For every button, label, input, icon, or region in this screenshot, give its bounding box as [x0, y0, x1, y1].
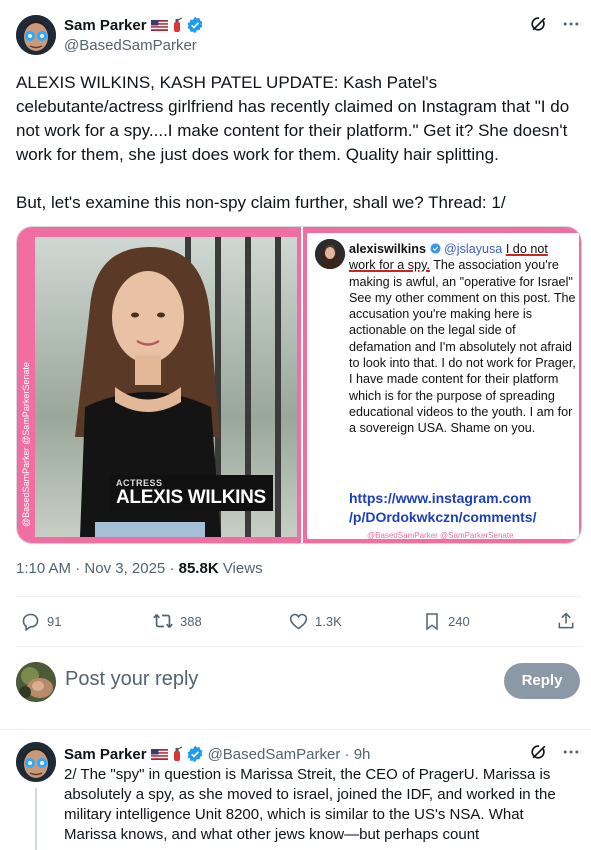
instagram-comment-card: alexiswilkins @jslayusa I do not work fo…	[307, 233, 579, 540]
grok-icon[interactable]	[529, 742, 549, 762]
ig-mention: @jslayusa	[444, 242, 503, 256]
share-icon	[558, 612, 574, 629]
like-icon	[289, 613, 308, 629]
fire-extinguisher-icon	[173, 746, 182, 761]
ig-comment-body: The association you're making is awful, …	[349, 258, 576, 436]
reply-count: 91	[47, 613, 62, 629]
bookmark-icon	[426, 612, 438, 630]
grok-icon[interactable]	[529, 14, 549, 34]
tweet-meta: 1:10 AM · Nov 3, 2025 · 85.8K Views	[16, 560, 263, 577]
repost-icon	[153, 614, 173, 628]
ig-link: https://www.instagram.com /p/DOrdokwkczn…	[349, 490, 537, 525]
ig-username: alexiswilkins	[349, 242, 427, 256]
actress-label: ACTRESS ALEXIS WILKINS	[109, 475, 273, 511]
tweet-actions: 91 388 1.3K 240	[16, 606, 582, 636]
tweet-date[interactable]: Nov 3, 2025	[84, 560, 165, 577]
ig-avatar	[315, 239, 345, 269]
reply-action[interactable]: 91	[20, 606, 61, 636]
ig-avatar-image	[315, 239, 345, 269]
avatar-image	[16, 15, 56, 55]
reply-text: 2/ The "spy" in question is Marissa Stre…	[64, 766, 556, 843]
actions-divider	[16, 646, 582, 647]
reply-top-actions	[529, 742, 581, 762]
media-left-credit: @BasedSamParker @SamParkerSenate	[21, 362, 31, 527]
share-action[interactable]	[556, 606, 582, 636]
reply-avatar-image	[16, 742, 56, 782]
verified-badge-icon	[187, 745, 202, 763]
media-photo-panel: @BasedSamParker @SamParkerSenate ACTRESS…	[17, 227, 301, 543]
reply-author-handle[interactable]: @BasedSamParker	[208, 746, 341, 763]
current-user-avatar[interactable]	[16, 662, 56, 702]
views-label: Views	[222, 560, 263, 577]
more-icon[interactable]	[561, 742, 581, 762]
meta-separator: ·	[75, 560, 85, 577]
meta-separator: ·	[169, 560, 179, 577]
more-icon[interactable]	[561, 14, 581, 34]
bookmark-count: 240	[448, 613, 470, 629]
tweet-text: ALEXIS WILKINS, KASH PATEL UPDATE: Kash …	[16, 73, 570, 212]
meta-divider	[16, 596, 582, 597]
repost-action[interactable]: 388	[152, 606, 202, 636]
thread-line	[35, 788, 37, 850]
media-instagram-panel: alexiswilkins @jslayusa I do not work fo…	[303, 227, 581, 543]
reply-separator: ·	[340, 745, 354, 763]
reply-author-name[interactable]: Sam Parker	[64, 746, 147, 763]
us-flag-icon	[150, 19, 168, 31]
reply-input[interactable]: Post your reply	[65, 668, 198, 691]
thread-reply[interactable]: Sam Parker @BasedSamParker · 9h 2/ The "…	[0, 730, 591, 850]
author-name[interactable]: Sam Parker	[64, 17, 147, 34]
verified-badge-icon	[187, 16, 202, 34]
ig-verified-icon	[429, 243, 441, 254]
reply-header: Sam Parker @BasedSamParker · 9h	[64, 744, 370, 764]
repost-count: 388	[180, 613, 202, 629]
author-handle[interactable]: @BasedSamParker	[64, 37, 197, 54]
fire-extinguisher-icon	[173, 17, 182, 32]
views-count: 85.8K	[178, 560, 219, 577]
reply-author-avatar[interactable]	[16, 742, 56, 782]
ig-comment-text: alexiswilkins @jslayusa I do not work fo…	[349, 241, 577, 437]
tweet-header: Sam Parker @BasedSamParker	[64, 15, 204, 55]
current-user-avatar-image	[16, 662, 56, 702]
us-flag-icon	[150, 748, 168, 760]
tweet-time[interactable]: 1:10 AM	[16, 560, 71, 577]
media-right-credit: @BasedSamParker @SamParkerSenate	[367, 531, 514, 540]
author-avatar[interactable]	[16, 15, 56, 55]
like-count: 1.3K	[315, 613, 342, 629]
reply-time[interactable]: 9h	[354, 746, 371, 763]
reply-button[interactable]: Reply	[504, 663, 580, 699]
tweet-media[interactable]: @BasedSamParker @SamParkerSenate ACTRESS…	[16, 226, 582, 544]
like-action[interactable]: 1.3K	[288, 606, 342, 636]
reply-icon	[22, 613, 39, 631]
actress-label-name: ALEXIS WILKINS	[116, 487, 266, 508]
reply-composer: Post your reply Reply	[0, 660, 591, 704]
bookmark-action[interactable]: 240	[422, 606, 470, 636]
tweet-top-actions	[529, 14, 581, 34]
